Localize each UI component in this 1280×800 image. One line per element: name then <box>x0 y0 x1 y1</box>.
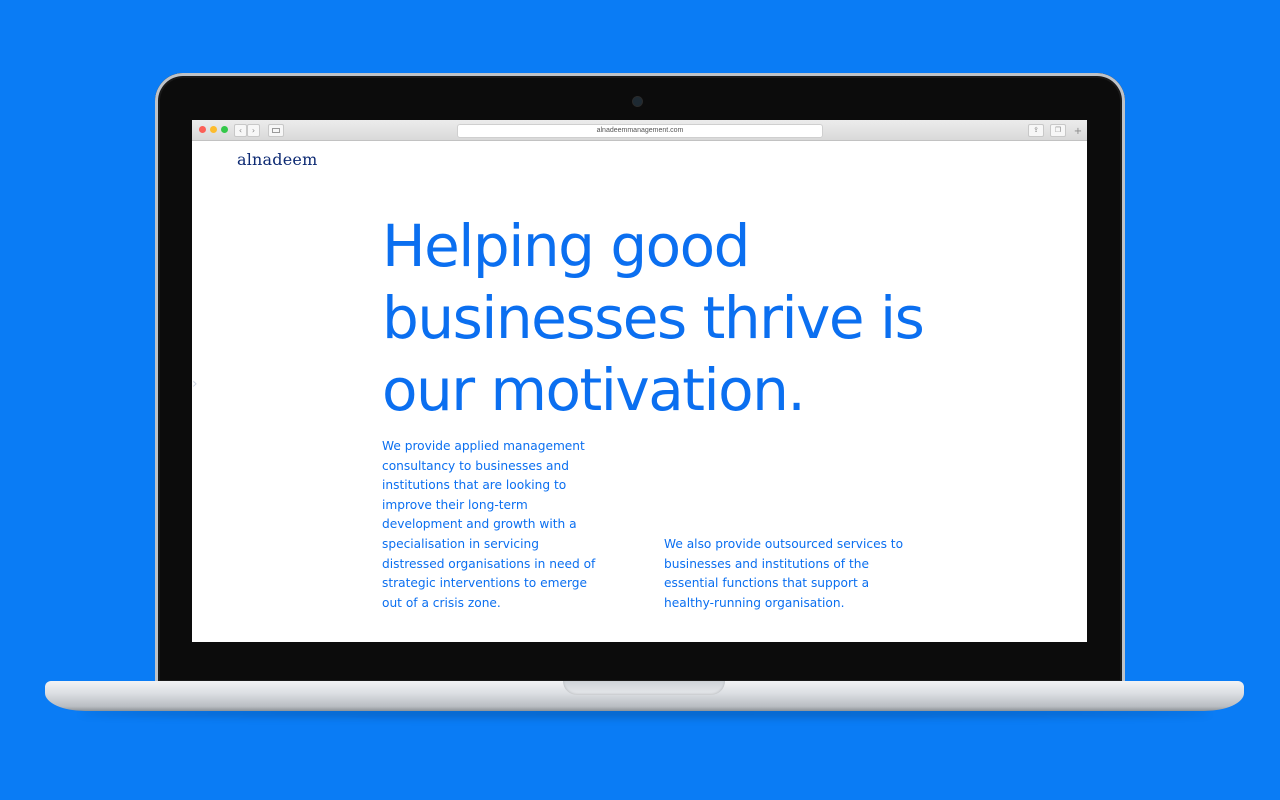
address-bar[interactable]: alnadeemmanagement.com <box>457 124 823 138</box>
sidebar-icon[interactable] <box>268 124 284 137</box>
site-logo[interactable]: alnadeem <box>237 150 317 169</box>
hero-headline: Helping good businesses thrive is our mo… <box>382 212 925 424</box>
new-tab-icon[interactable]: + <box>1072 126 1084 138</box>
back-icon[interactable]: ‹ <box>234 124 247 137</box>
mockup-stage: ‹ › alnadeemmanagement.com ⇪ ❐ + alnadee… <box>0 0 1280 800</box>
laptop-notch <box>563 681 725 695</box>
share-icon[interactable]: ⇪ <box>1028 124 1044 137</box>
minimize-window-icon[interactable] <box>210 126 217 133</box>
webcam <box>633 97 642 106</box>
close-window-icon[interactable] <box>199 126 206 133</box>
services-paragraph: We also provide outsourced services to b… <box>664 537 904 610</box>
forward-icon[interactable]: › <box>247 124 260 137</box>
tabs-icon[interactable]: ❐ <box>1050 124 1066 137</box>
chevron-right-icon[interactable]: › <box>192 376 198 392</box>
browser-screen: ‹ › alnadeemmanagement.com ⇪ ❐ + alnadee… <box>192 120 1087 642</box>
browser-toolbar: ‹ › alnadeemmanagement.com ⇪ ❐ + <box>192 120 1087 141</box>
intro-paragraph: We provide applied management consultanc… <box>382 439 596 610</box>
zoom-window-icon[interactable] <box>221 126 228 133</box>
sidebar-icon-glyph <box>272 128 280 133</box>
